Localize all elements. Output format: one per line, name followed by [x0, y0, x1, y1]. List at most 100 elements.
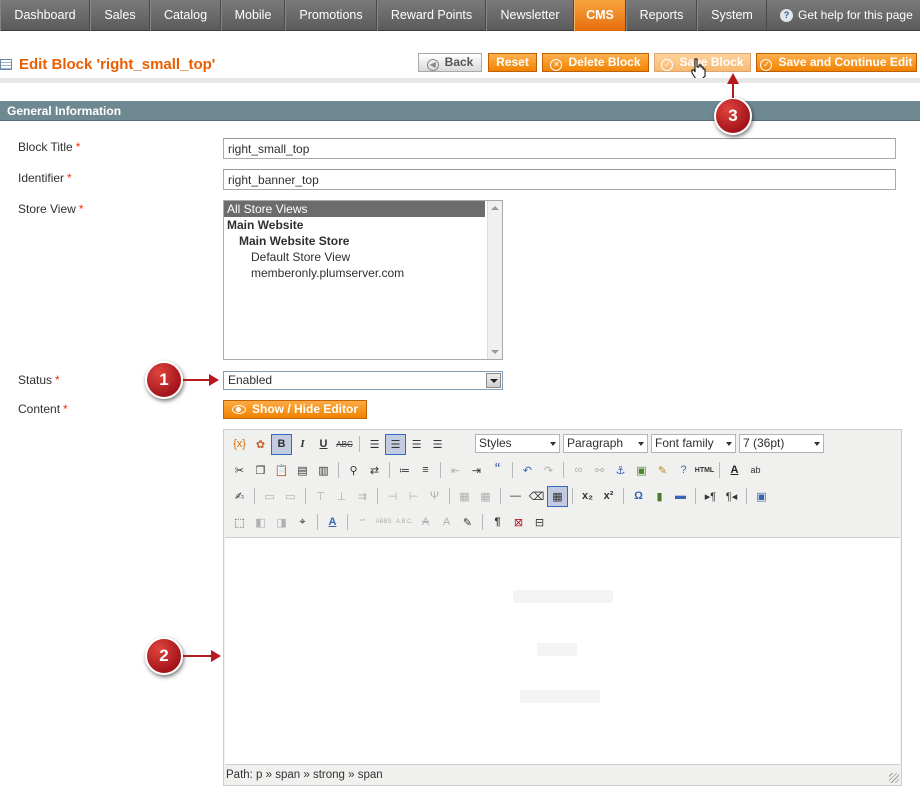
insert-hr-row-icon[interactable]: ▭ [259, 486, 280, 507]
numbered-list-icon[interactable]: ≡ [415, 460, 436, 481]
cleanup-icon[interactable]: ✎ [652, 460, 673, 481]
copy-icon[interactable]: ❐ [250, 460, 271, 481]
identifier-input[interactable] [223, 169, 896, 190]
redo-icon[interactable]: ↷ [538, 460, 559, 481]
superscript-icon[interactable]: x² [598, 486, 619, 507]
nav-item-catalog[interactable]: Catalog [150, 0, 221, 31]
edit-css-icon[interactable]: ✍ [229, 486, 250, 507]
paste-icon[interactable]: 📋 [271, 460, 292, 481]
resize-handle-icon[interactable] [889, 773, 899, 783]
editor-content-area[interactable] [225, 537, 900, 765]
italic-icon[interactable]: I [292, 434, 313, 455]
visual-aid-icon[interactable]: ▦ [547, 485, 568, 507]
insert-widget-icon[interactable]: ✿ [250, 434, 271, 455]
anchor-icon[interactable]: ⚓ [610, 460, 631, 481]
replace-icon[interactable]: ⇄ [364, 460, 385, 481]
html-source-icon[interactable]: HTML [694, 460, 715, 481]
absolute-position-icon[interactable]: ⌖ [292, 512, 313, 533]
merge-cells-icon[interactable]: ▦ [475, 486, 496, 507]
reset-button[interactable]: Reset [488, 53, 537, 72]
back-button[interactable]: ◀ Back [418, 53, 482, 72]
delete-row-icon[interactable]: ⇉ [352, 486, 373, 507]
unlink-icon[interactable]: ⚯ [589, 460, 610, 481]
font-size-select[interactable]: 7 (36pt) [739, 434, 824, 453]
row-before-icon[interactable]: ⊤ [310, 486, 331, 507]
store-option-memberonly[interactable]: memberonly.plumserver.com [224, 265, 502, 281]
nav-item-promotions[interactable]: Promotions [285, 0, 377, 31]
underline-icon[interactable]: U [313, 434, 334, 455]
image-icon[interactable]: ▣ [631, 460, 652, 481]
outdent-icon[interactable]: ⇤ [445, 460, 466, 481]
nav-item-system[interactable]: System [697, 0, 767, 31]
page-break-icon[interactable]: ⊟ [529, 512, 550, 533]
insertion-icon[interactable]: A [436, 512, 457, 533]
paste-word-icon[interactable]: ▥ [313, 460, 334, 481]
move-forward-icon[interactable]: ◧ [250, 512, 271, 533]
scroll-up-arrow-icon[interactable] [491, 206, 499, 210]
styleprops-icon[interactable]: A [322, 512, 343, 533]
paste-text-icon[interactable]: ▤ [292, 460, 313, 481]
show-hide-editor-button[interactable]: Show / Hide Editor [223, 400, 367, 419]
search-icon[interactable]: ⚲ [343, 460, 364, 481]
strikethrough-icon[interactable]: ABC [334, 434, 355, 455]
bold-icon[interactable]: B [271, 433, 292, 455]
align-justify-icon[interactable]: ☰ [427, 434, 448, 455]
bullet-list-icon[interactable]: ≔ [394, 460, 415, 481]
blockquote-icon[interactable]: “ [487, 460, 508, 481]
ltr-icon[interactable]: ▸¶ [700, 486, 721, 507]
store-option-default-view[interactable]: Default Store View [224, 249, 502, 265]
undo-icon[interactable]: ↶ [517, 460, 538, 481]
format-select[interactable]: Paragraph [563, 434, 648, 453]
special-char-icon[interactable]: Ω [628, 486, 649, 507]
row-after-icon[interactable]: ⊥ [331, 486, 352, 507]
help-link[interactable]: ? Get help for this page [780, 0, 913, 31]
advanced-hr-icon[interactable]: ▬ [670, 486, 691, 507]
styles-select[interactable]: Styles [475, 434, 560, 453]
nav-item-newsletter[interactable]: Newsletter [486, 0, 574, 31]
nav-item-dashboard[interactable]: Dashboard [0, 0, 90, 31]
delete-col-icon[interactable]: Ψ [424, 486, 445, 507]
block-title-input[interactable] [223, 138, 896, 159]
move-backward-icon[interactable]: ◨ [271, 512, 292, 533]
align-center-icon[interactable]: ☰ [385, 433, 406, 455]
nav-item-cms[interactable]: CMS [574, 0, 626, 31]
align-right-icon[interactable]: ☰ [406, 434, 427, 455]
font-family-select[interactable]: Font family [651, 434, 736, 453]
nonbreaking-icon[interactable]: ⊠ [508, 512, 529, 533]
store-option-store[interactable]: Main Website Store [224, 233, 502, 249]
media-icon[interactable]: ▮ [649, 486, 670, 507]
rtl-icon[interactable]: ¶◂ [721, 486, 742, 507]
align-left-icon[interactable]: ☰ [364, 434, 385, 455]
nav-item-mobile[interactable]: Mobile [221, 0, 285, 31]
help-icon[interactable]: ? [673, 460, 694, 481]
visual-chars-icon[interactable]: ¶ [487, 512, 508, 533]
cut-icon[interactable]: ✂ [229, 460, 250, 481]
store-view-multiselect[interactable]: All Store Views Main Website Main Websit… [223, 200, 503, 360]
insert-layer-icon[interactable]: ▭ [280, 486, 301, 507]
deletion-icon[interactable]: A [415, 512, 436, 533]
fullscreen-icon[interactable]: ▣ [751, 486, 772, 507]
store-list-scrollbar[interactable] [487, 201, 502, 359]
store-option-website[interactable]: Main Website [224, 217, 502, 233]
remove-format-icon[interactable]: ⌫ [526, 486, 547, 507]
split-cells-icon[interactable]: ▦ [454, 486, 475, 507]
col-before-icon[interactable]: ⊣ [382, 486, 403, 507]
col-after-icon[interactable]: ⊢ [403, 486, 424, 507]
cite-icon[interactable]: “” [352, 512, 373, 533]
nav-item-reward-points[interactable]: Reward Points [377, 0, 486, 31]
nav-item-reports[interactable]: Reports [626, 0, 697, 31]
indent-icon[interactable]: ⇥ [466, 460, 487, 481]
abbreviation-icon[interactable]: ABBS [373, 512, 394, 533]
save-and-continue-button[interactable]: ✓ Save and Continue Edit [756, 53, 917, 72]
horizontal-rule-icon[interactable]: — [505, 486, 526, 507]
nav-item-sales[interactable]: Sales [90, 0, 150, 31]
text-color-icon[interactable]: A [724, 460, 745, 481]
background-color-icon[interactable]: ab [745, 460, 766, 481]
insert-layer-box-icon[interactable]: ⬚ [229, 512, 250, 533]
status-select[interactable]: Enabled [223, 371, 503, 390]
delete-block-button[interactable]: ✕ Delete Block [542, 53, 649, 72]
subscript-icon[interactable]: x₂ [577, 486, 598, 507]
insert-variable-icon[interactable]: {x} [229, 434, 250, 455]
acronym-icon[interactable]: A.B.C. [394, 512, 415, 533]
store-option-all[interactable]: All Store Views [224, 201, 485, 217]
